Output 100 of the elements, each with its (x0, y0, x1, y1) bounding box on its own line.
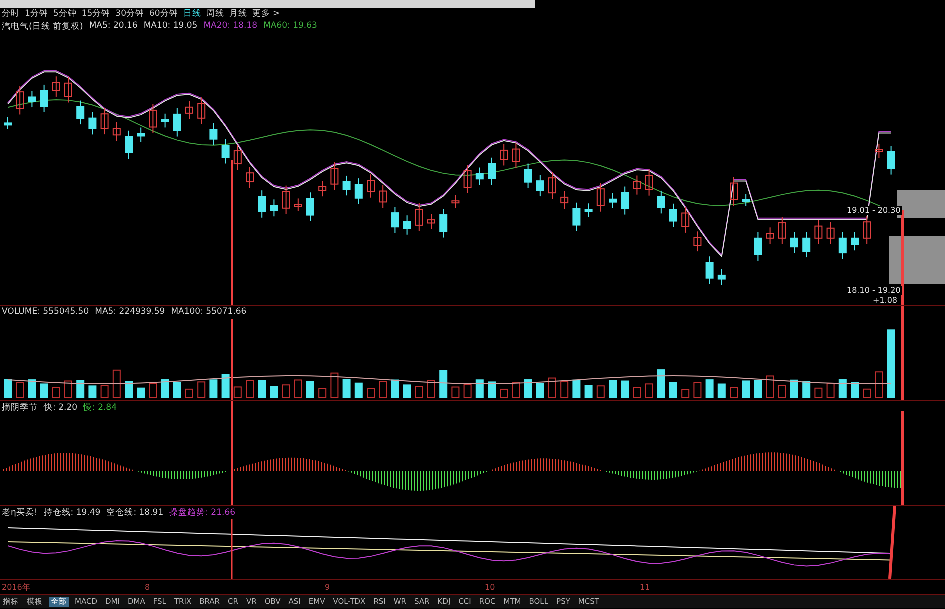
candlestick (682, 206, 690, 234)
indicator-title: 老η买卖! (2, 507, 38, 519)
candlestick (863, 216, 872, 245)
price-range-label: 19.01 - 20.30 (846, 206, 902, 215)
candlestick (645, 169, 654, 196)
candlestick (464, 164, 472, 194)
candlestick (415, 203, 424, 232)
candlestick (754, 232, 762, 262)
candlestick (476, 167, 484, 186)
candlestick (826, 222, 835, 245)
candlestick (234, 144, 242, 171)
indicator-legend: 慢: 2.84 (84, 402, 117, 414)
volume-legend: VOLUME: 555045.50 (2, 307, 90, 317)
candlestick (500, 144, 508, 166)
candlestick (379, 184, 388, 209)
ma-legend: MA60: 19.63 (264, 21, 318, 33)
candlestick (621, 186, 630, 216)
period-tab[interactable]: 60分钟 (150, 8, 178, 20)
period-tab[interactable]: 分时 (2, 8, 20, 20)
candlestick (222, 139, 230, 164)
highlight-block (889, 236, 945, 284)
candlestick (512, 142, 520, 168)
period-tab[interactable]: 月线 (229, 8, 248, 20)
indicator-legend: 持仓线: 19.49 (44, 507, 101, 519)
candlestick (560, 190, 569, 210)
candlestick (391, 206, 400, 234)
candlestick (28, 90, 36, 108)
period-tab[interactable]: 日线 (183, 8, 202, 20)
candlestick (318, 180, 327, 198)
candlestick (246, 166, 254, 189)
candlestick (137, 127, 146, 143)
candlestick (76, 100, 85, 126)
candlestick (64, 76, 72, 104)
candlestick (694, 231, 702, 252)
candlestick (258, 190, 266, 218)
candlestick (330, 162, 339, 191)
period-tab[interactable]: 1分钟 (25, 8, 48, 20)
candlestick (887, 146, 896, 176)
candlestick (730, 176, 738, 206)
indicator-legend: 空仓线: 18.91 (106, 507, 164, 519)
candlestick (802, 232, 811, 258)
date-axis-label: 9 (325, 582, 330, 592)
ma-legend: MA5: 20.16 (89, 21, 138, 33)
candlestick (609, 192, 617, 209)
candlestick (548, 172, 556, 200)
period-tab[interactable]: 5分钟 (53, 8, 77, 20)
candlestick (354, 178, 363, 205)
candlestick (16, 86, 24, 116)
candlestick (584, 203, 593, 218)
candlestick (40, 84, 48, 114)
period-tab[interactable]: 更多 > (252, 8, 280, 20)
candlestick (766, 227, 774, 245)
date-axis-label: 2016年 (2, 582, 30, 592)
indicator-legend: 操盘趋势: 21.66 (170, 507, 236, 519)
candlestick (161, 113, 170, 128)
candlestick (440, 208, 448, 238)
candlestick (536, 174, 544, 198)
candlestick (428, 214, 436, 230)
candlestick (306, 192, 314, 222)
date-axis-label: 10 (485, 582, 496, 592)
ma-legend: MA20: 18.18 (204, 21, 258, 33)
candlestick (875, 143, 884, 158)
indicator-legend: 快: 2.20 (44, 402, 78, 414)
date-axis-label: 11 (640, 582, 650, 592)
candlestick (198, 97, 206, 125)
candlestick (742, 194, 750, 207)
candlestick (572, 202, 581, 232)
candlestick (210, 123, 218, 146)
candlestick (633, 175, 642, 196)
candlestick (524, 163, 532, 189)
candlestick (88, 112, 97, 136)
candlestick (403, 215, 412, 236)
candlestick (596, 182, 605, 212)
candlestick (838, 232, 847, 260)
price-range-label: 18.10 - 19.20 (846, 286, 902, 295)
candlestick (125, 130, 133, 160)
period-tab[interactable]: 30分钟 (116, 8, 144, 20)
indicator-title: 摘阴季节 (2, 402, 38, 414)
candlestick (790, 232, 798, 254)
volume-legend: MA5: 224939.59 (95, 307, 166, 317)
signal-line (231, 519, 233, 579)
candlestick (282, 185, 290, 215)
chart-title: 汽电气(日线 前复权) (2, 21, 84, 33)
period-tab[interactable]: 周线 (206, 8, 224, 20)
candlestick (851, 232, 859, 252)
candlestick (149, 104, 158, 134)
candlestick (4, 116, 12, 130)
candlestick (778, 216, 786, 245)
candlestick (186, 100, 194, 120)
date-axis-label: 8 (145, 582, 150, 592)
candlestick (112, 122, 121, 142)
candlestick (706, 256, 714, 285)
ma-legend: MA10: 19.05 (144, 21, 198, 33)
candlestick (294, 198, 302, 212)
candlestick (670, 203, 678, 228)
candlestick (488, 157, 496, 186)
candlestick (100, 108, 109, 136)
period-tab[interactable]: 15分钟 (82, 8, 111, 20)
price-change-label: +1.08 (872, 296, 899, 305)
candlestick (814, 220, 823, 245)
